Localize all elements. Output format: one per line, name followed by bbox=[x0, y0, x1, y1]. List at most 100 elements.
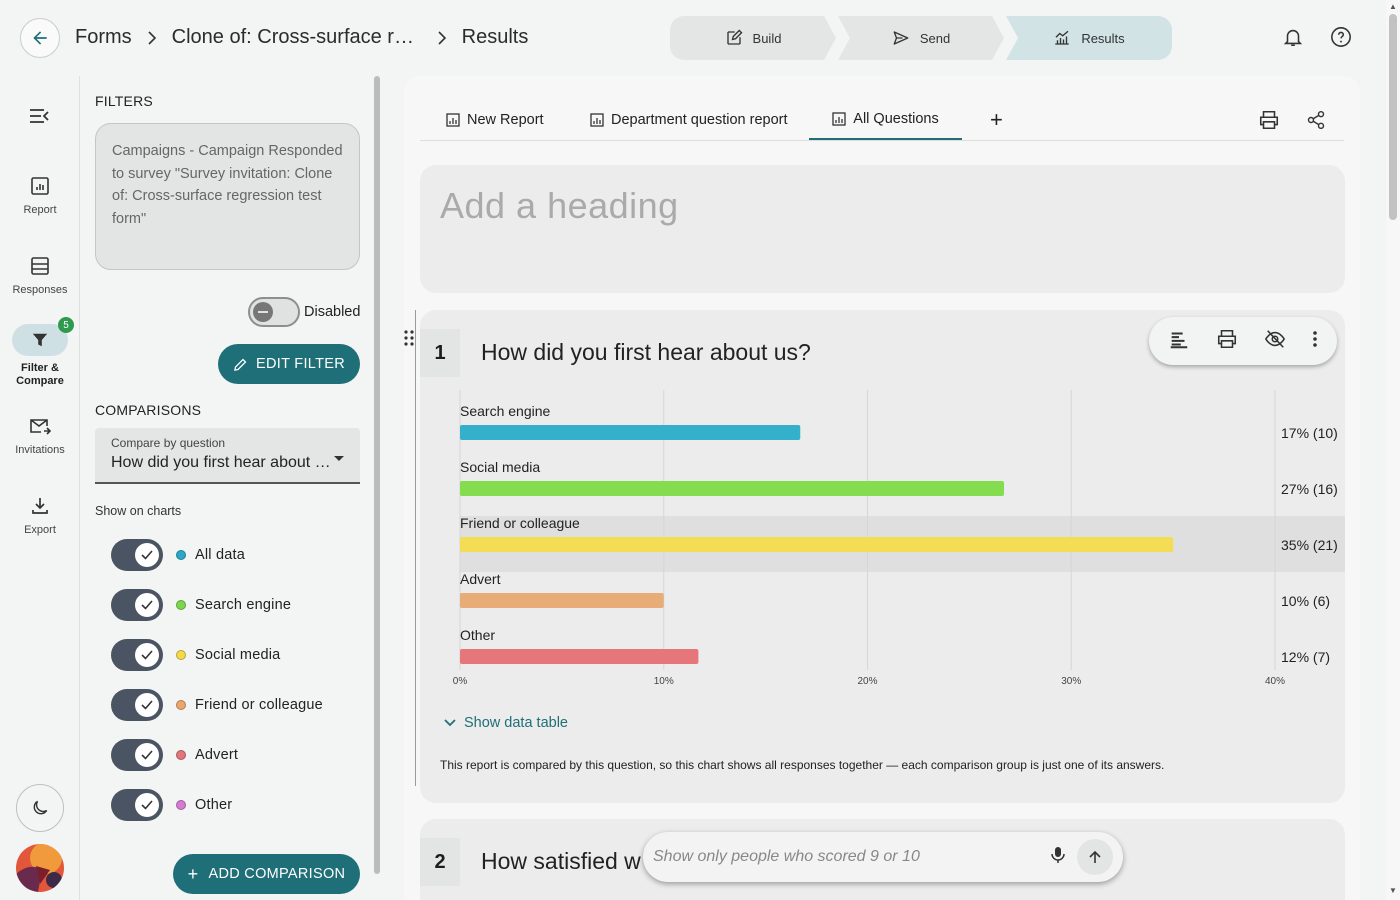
add-comparison-label: ADD COMPARISON bbox=[208, 866, 346, 882]
step-results[interactable]: Results bbox=[1006, 16, 1172, 60]
help-button[interactable] bbox=[1330, 26, 1352, 48]
panel-scrollbar[interactable] bbox=[374, 76, 380, 874]
breadcrumb-forms[interactable]: Forms bbox=[75, 26, 132, 49]
submit-button[interactable] bbox=[1077, 839, 1113, 875]
bar bbox=[460, 593, 664, 608]
comparison-toggle[interactable] bbox=[111, 589, 163, 621]
results-icon bbox=[1055, 30, 1070, 45]
notifications-button[interactable] bbox=[1282, 26, 1304, 48]
step-build[interactable]: Build bbox=[670, 16, 836, 60]
hide-question-button[interactable] bbox=[1264, 328, 1286, 355]
breadcrumb-form[interactable]: Clone of: Cross-surface regr... bbox=[172, 26, 422, 49]
filter-icon bbox=[32, 333, 48, 347]
scroll-down-icon[interactable]: ▼ bbox=[1389, 886, 1397, 895]
report-icon bbox=[31, 177, 49, 195]
chevron-right-icon bbox=[147, 30, 157, 45]
plus-icon: + bbox=[187, 864, 199, 884]
chevron-right-icon bbox=[437, 30, 447, 45]
chart-icon bbox=[832, 112, 846, 126]
menu-collapse-icon bbox=[30, 109, 49, 123]
scroll-up-icon[interactable]: ▲ bbox=[1389, 2, 1397, 11]
x-tick-label: 30% bbox=[1061, 676, 1081, 687]
edit-filter-label: EDIT FILTER bbox=[256, 356, 345, 372]
show-data-table-button[interactable]: Show data table bbox=[444, 715, 568, 731]
pencil-icon bbox=[234, 358, 247, 371]
comparison-item: Other bbox=[111, 789, 371, 821]
filters-title: FILTERS bbox=[95, 93, 153, 109]
chart-icon bbox=[590, 113, 604, 127]
comparison-toggle[interactable] bbox=[111, 689, 163, 721]
comparison-item: All data bbox=[111, 539, 371, 571]
bar-chart-icon bbox=[1170, 331, 1188, 348]
add-tab-button[interactable]: + bbox=[990, 100, 1003, 140]
x-tick-label: 10% bbox=[654, 676, 674, 687]
comparison-toggle[interactable] bbox=[111, 789, 163, 821]
category-label: Other bbox=[460, 627, 495, 643]
comparison-toggle[interactable] bbox=[111, 739, 163, 771]
comparison-label: All data bbox=[195, 547, 245, 563]
show-on-charts-label: Show on charts bbox=[95, 504, 182, 518]
step-send[interactable]: Send bbox=[838, 16, 1004, 60]
category-label: Social media bbox=[460, 459, 540, 475]
series-color-dot bbox=[176, 550, 186, 560]
tab-department-question-report[interactable]: Department question report bbox=[590, 100, 788, 140]
series-color-dot bbox=[176, 750, 186, 760]
workflow-steps: Build Send Results bbox=[670, 16, 1174, 60]
compare-select-value: How did you first hear about us? bbox=[111, 454, 331, 471]
compare-by-question-select[interactable]: Compare by question How did you first he… bbox=[95, 428, 360, 484]
print-report-button[interactable] bbox=[1258, 100, 1280, 140]
compare-select-caption: Compare by question bbox=[111, 436, 226, 450]
tab-label: Department question report bbox=[611, 112, 788, 128]
filter-summary: Campaigns - Campaign Responded to survey… bbox=[95, 123, 360, 270]
edit-icon bbox=[726, 29, 742, 45]
chart-type-button[interactable] bbox=[1168, 328, 1190, 355]
check-icon bbox=[141, 650, 153, 660]
collapse-menu-button[interactable] bbox=[28, 106, 50, 131]
x-tick-label: 20% bbox=[857, 676, 877, 687]
print-question-button[interactable] bbox=[1216, 328, 1238, 355]
comparisons-title: COMPARISONS bbox=[95, 402, 202, 418]
bell-icon bbox=[1283, 29, 1303, 47]
page-scrollbar-thumb[interactable] bbox=[1389, 14, 1397, 220]
comparison-item: Friend or colleague bbox=[111, 689, 371, 721]
rail-item-filter-compare[interactable]: 5 Filter & Compare bbox=[0, 317, 80, 388]
check-icon bbox=[141, 600, 153, 610]
show-data-table-label: Show data table bbox=[464, 715, 568, 731]
print-icon bbox=[1217, 329, 1237, 348]
report-main: New Report Department question report Al… bbox=[404, 76, 1360, 900]
drag-handle-icon[interactable] bbox=[404, 329, 414, 352]
comparison-toggle[interactable] bbox=[111, 639, 163, 671]
filter-enable-toggle[interactable] bbox=[248, 297, 300, 327]
back-button[interactable] bbox=[20, 18, 60, 58]
comparison-item: Search engine bbox=[111, 589, 371, 621]
ai-filter-input[interactable]: Show only people who scored 9 or 10 bbox=[643, 832, 1123, 882]
page-scrollbar[interactable]: ▲ ▼ bbox=[1386, 0, 1400, 900]
rail-item-invitations[interactable]: Invitations bbox=[0, 416, 80, 456]
rail-item-label: Invitations bbox=[15, 444, 65, 456]
rail-item-label: Report bbox=[23, 204, 57, 216]
question-title: How satisfied w bbox=[481, 848, 641, 874]
rail-item-report[interactable]: Report bbox=[0, 176, 80, 216]
comparison-label: Search engine bbox=[195, 597, 292, 613]
question-indicator-line bbox=[415, 310, 416, 786]
comparison-toggle[interactable] bbox=[111, 539, 163, 571]
rail-item-responses[interactable]: Responses bbox=[0, 256, 80, 296]
filter-count-badge: 5 bbox=[58, 317, 74, 333]
series-color-dot bbox=[176, 700, 186, 710]
theme-toggle-button[interactable] bbox=[16, 784, 64, 832]
responses-icon bbox=[31, 257, 49, 275]
chart-canvas: 0% 10% 20% 30% 40% Search engine 17% (10) Socia… bbox=[453, 390, 1345, 687]
question-card-1: 1 How did you first hear about us? 0% 10%… bbox=[420, 310, 1345, 803]
report-heading-input[interactable]: Add a heading bbox=[420, 165, 1345, 293]
tab-all-questions[interactable]: All Questions bbox=[809, 100, 962, 140]
moon-icon bbox=[33, 800, 48, 815]
edit-filter-button[interactable]: EDIT FILTER bbox=[218, 344, 360, 384]
more-options-button[interactable] bbox=[1312, 330, 1318, 353]
share-report-button[interactable] bbox=[1306, 100, 1326, 140]
tab-new-report[interactable]: New Report bbox=[446, 100, 544, 140]
add-comparison-button[interactable]: + ADD COMPARISON bbox=[173, 854, 360, 894]
rail-item-export[interactable]: Export bbox=[0, 496, 80, 536]
microphone-button[interactable] bbox=[1051, 846, 1065, 869]
user-avatar[interactable] bbox=[16, 844, 64, 892]
category-label: Advert bbox=[460, 571, 501, 587]
